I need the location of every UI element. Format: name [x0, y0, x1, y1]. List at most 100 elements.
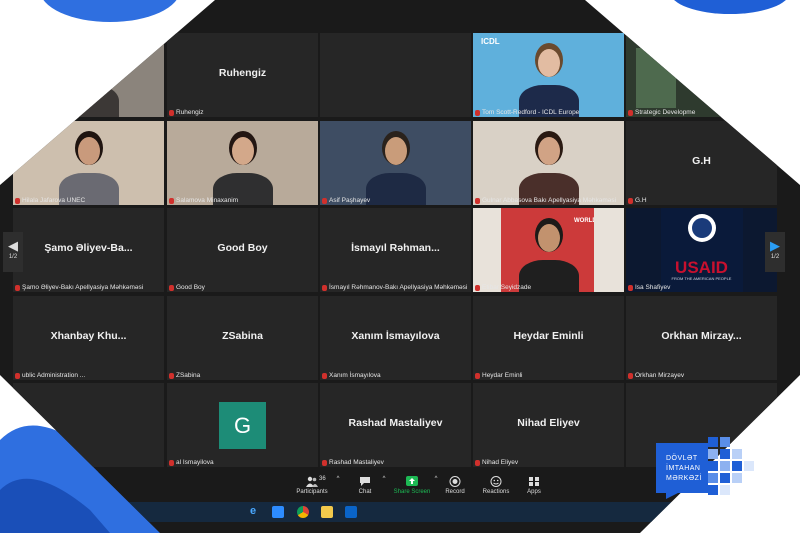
participants-menu-caret[interactable]: ^: [334, 476, 342, 482]
participant-tile[interactable]: Xhanbay Khu... ublic Administration ...: [13, 296, 164, 380]
participant-name-label: Gulnar Abbasova Bakı Apellyasiya Məhkəmə…: [475, 197, 616, 204]
participant-tile[interactable]: İsmayıl Rəhman... İsmayıl Rəhmanov-Bakı A…: [320, 208, 471, 292]
apps-label: Apps: [527, 489, 541, 495]
participant-tile[interactable]: ZSabina ZSabina: [167, 296, 318, 380]
participant-tile[interactable]: Salamova Minaxanim: [167, 121, 318, 205]
icdl-logo: ICDL: [481, 37, 500, 46]
participant-tile[interactable]: [320, 33, 471, 117]
chevron-left-icon: ◀: [8, 238, 18, 253]
share-screen-icon: [406, 476, 418, 486]
logo-line-3: MƏRKƏZİ: [666, 475, 702, 482]
chat-label: Chat: [358, 489, 372, 495]
dim-logo: DÖVLƏT İMTAHAN MƏRKƏZİ: [656, 437, 762, 499]
reactions-button[interactable]: Reactions: [480, 476, 512, 495]
muted-mic-icon: [169, 197, 174, 204]
participant-tile[interactable]: ICDL Tom Scott-Redford - ICDL Europe: [473, 33, 624, 117]
participants-icon: [306, 476, 318, 487]
outlook-icon[interactable]: [345, 506, 357, 518]
chat-menu-caret[interactable]: ^: [380, 476, 388, 482]
participant-tile[interactable]: Good Boy Good Boy: [167, 208, 318, 292]
participant-name: Rashad Mastaliyev: [329, 459, 384, 466]
reactions-label: Reactions: [482, 489, 510, 495]
chat-icon: [360, 477, 370, 486]
share-menu-caret[interactable]: ^: [432, 476, 440, 482]
participant-video: [356, 121, 436, 205]
prev-page-button[interactable]: ◀ 1/2: [3, 232, 23, 272]
participant-name: Heydar Eminli: [482, 372, 523, 379]
muted-mic-icon: [628, 284, 633, 291]
muted-mic-icon: [322, 459, 327, 466]
chevron-up-icon: ^: [336, 476, 340, 482]
participant-name: Gulnar Abbasova Bakı Apellyasiya Məhkəmə…: [482, 197, 617, 204]
participant-tile[interactable]: Heydar Eminli Heydar Eminli: [473, 296, 624, 380]
participant-tile[interactable]: G.H G.H: [626, 121, 777, 205]
chat-button[interactable]: Chat: [352, 476, 378, 495]
participant-tile[interactable]: Gal Ismayilova: [167, 383, 318, 467]
participant-name: Şamo Əliyev-Bakı Apellyasiya Məhkəməsi: [22, 284, 144, 291]
record-button[interactable]: Record: [442, 476, 468, 495]
reactions-icon: [490, 476, 502, 487]
logo-line-2: İMTAHAN: [666, 465, 701, 472]
participant-tile[interactable]: WORLD FINALSEtibar Seyidzade: [473, 208, 624, 292]
muted-mic-icon: [322, 372, 327, 379]
record-icon: [449, 476, 461, 487]
participant-tile[interactable]: Orkhan Mirzay... Orkhan Mirzayev: [626, 296, 777, 380]
record-label: Record: [445, 489, 465, 495]
participant-display-name: Rashad Mastaliyev: [348, 417, 443, 429]
participant-name-label: İsmayıl Rəhmanov-Bakı Apellyasiya Məhkəm…: [322, 284, 467, 291]
participant-video: [509, 121, 589, 205]
participant-tile[interactable]: Hilala Jafarova UNEC: [13, 121, 164, 205]
muted-mic-icon: [475, 284, 480, 291]
next-page-button[interactable]: ▶ 1/2: [765, 232, 785, 272]
participant-name-label: Salamova Minaxanim: [169, 197, 238, 204]
edge-icon[interactable]: e: [250, 505, 262, 517]
participant-name-label: Sevil Zarbi: [15, 109, 53, 116]
participant-name: ZSabina: [176, 372, 201, 379]
participant-tile[interactable]: Strategic Developme: [626, 33, 777, 117]
usaid-text: USAID: [675, 258, 728, 277]
participant-tile[interactable]: Rashad Mastaliyev Rashad Mastaliyev: [320, 383, 471, 467]
participant-name: Etibar Seyidzade: [482, 284, 532, 291]
chrome-icon[interactable]: [297, 506, 309, 518]
participant-name-label: G.H: [628, 197, 647, 204]
muted-mic-icon: [475, 197, 480, 204]
participant-tile[interactable]: Şamo Əliyev-Ba... Şamo Əliyev-Bakı Apelly…: [13, 208, 164, 292]
participant-display-name: Ruhengiz: [218, 67, 267, 79]
participant-name: Hilala Jafarova UNEC: [22, 197, 86, 204]
participant-name: Good Boy: [176, 284, 205, 291]
participant-tile[interactable]: Asif Paşhayev: [320, 121, 471, 205]
muted-mic-icon: [475, 109, 480, 116]
participant-name-label: Ruhengiz: [169, 109, 203, 116]
participants-button[interactable]: 36 Participants: [292, 476, 332, 495]
muted-mic-icon: [628, 372, 633, 379]
share-screen-button[interactable]: Share Screen: [392, 476, 432, 495]
participant-name: Tom Scott-Redford - ICDL Europe: [482, 109, 580, 116]
participant-tile[interactable]: Xanım İsmayılova Xanım İsmayılova: [320, 296, 471, 380]
muted-mic-icon: [322, 284, 327, 291]
muted-mic-icon: [15, 284, 20, 291]
participant-tile[interactable]: USAID FROM THE AMERICAN PEOPLE Isa Shafiye…: [626, 208, 777, 292]
file-explorer-icon[interactable]: [321, 506, 333, 518]
participant-display-name: G.H: [692, 155, 711, 167]
participant-tile[interactable]: Ruhengiz Ruhengiz: [167, 33, 318, 117]
participant-video: [203, 121, 283, 205]
participant-name: Isa Shafiyev: [635, 284, 671, 291]
participant-display-name: Xanım İsmayılova: [351, 330, 440, 342]
participant-name: Xanım İsmayılova: [329, 372, 381, 379]
zoom-app-icon[interactable]: [272, 506, 284, 518]
muted-mic-icon: [169, 372, 174, 379]
muted-mic-icon: [475, 372, 480, 379]
participant-display-name: Xhanbay Khu...: [50, 330, 127, 342]
usaid-subtext: FROM THE AMERICAN PEOPLE: [671, 276, 732, 281]
chevron-right-icon: ▶: [770, 238, 780, 253]
participant-tile[interactable]: Gulnar Abbasova Bakı Apellyasiya Məhkəmə…: [473, 121, 624, 205]
share-screen-label: Share Screen: [393, 489, 431, 495]
logo-line-1: DÖVLƏT: [666, 455, 698, 462]
participant-name-label: Şamo Əliyev-Bakı Apellyasiya Məhkəməsi: [15, 284, 143, 291]
participant-display-name: İsmayıl Rəhman...: [351, 242, 440, 254]
apps-button[interactable]: Apps: [522, 476, 546, 495]
participant-name-label: Rashad Mastaliyev: [322, 459, 384, 466]
participant-name-label: Heydar Eminli: [475, 372, 522, 379]
chevron-up-icon: ^: [434, 476, 438, 482]
participant-tile[interactable]: Sevil Zarbi: [13, 33, 164, 117]
